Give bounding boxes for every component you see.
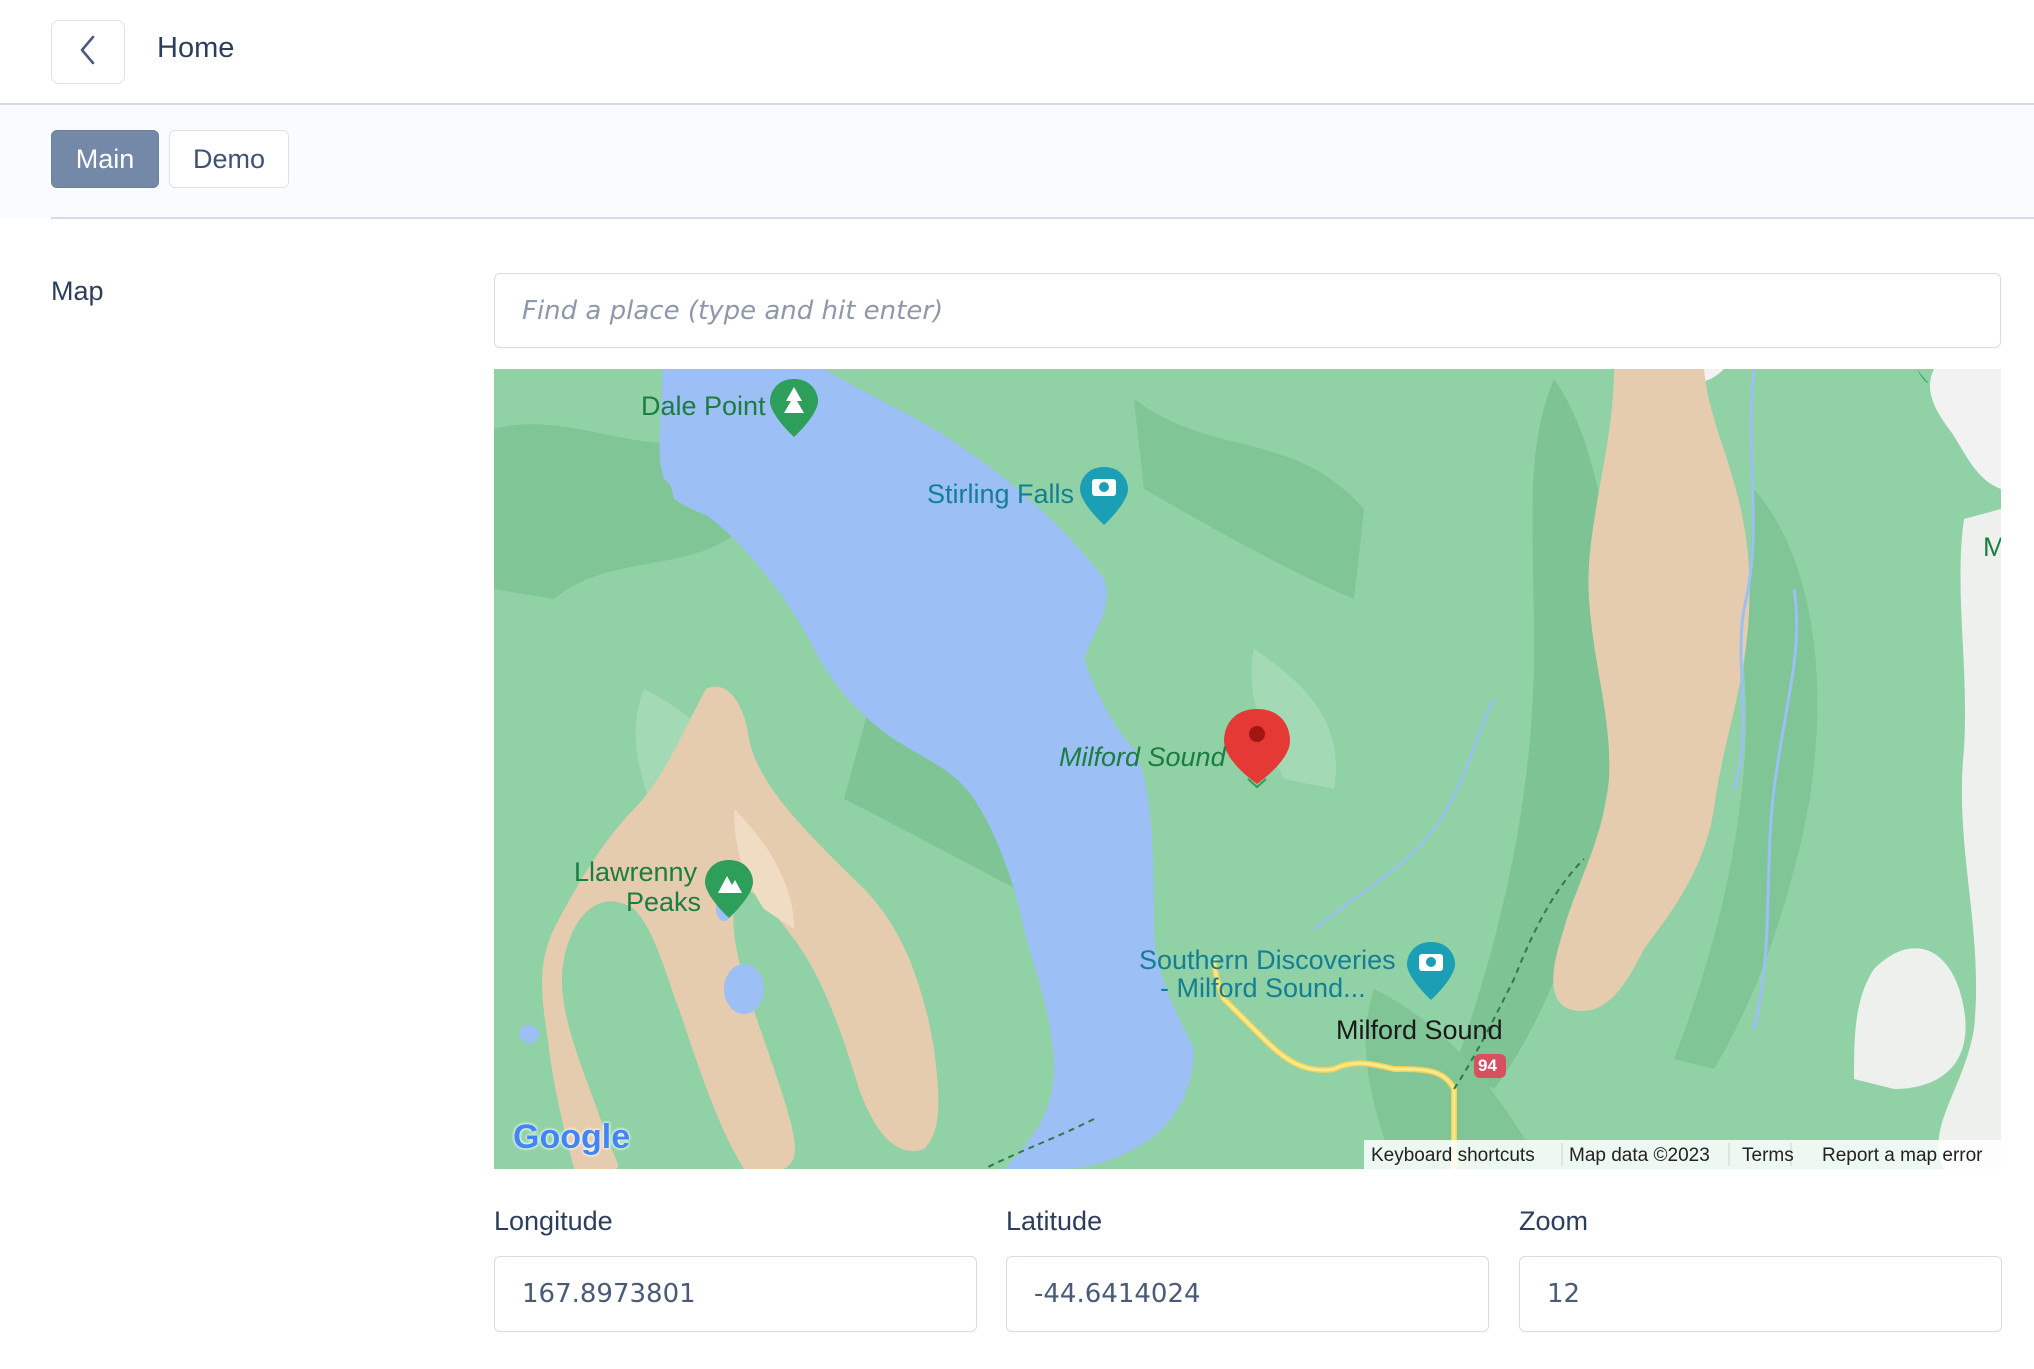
place-search-input[interactable] — [494, 273, 2001, 348]
map-field-label: Map — [51, 276, 104, 306]
tab-main[interactable]: Main — [51, 130, 159, 188]
place-label: Milford Sound — [1336, 1015, 1503, 1045]
tab-bar — [0, 105, 2034, 218]
tab-demo[interactable]: Demo — [169, 130, 289, 188]
divider — [51, 217, 2034, 219]
road-shield-label: 94 — [1478, 1056, 1497, 1075]
place-label: Dale Point — [641, 391, 766, 421]
zoom-label: Zoom — [1519, 1206, 1589, 1236]
map-canvas — [494, 369, 2001, 1169]
keyboard-shortcuts-link[interactable]: Keyboard shortcuts — [1371, 1145, 1535, 1167]
page-title: Home — [157, 32, 235, 64]
latitude-input[interactable] — [1006, 1256, 1489, 1332]
google-logo: Google — [513, 1118, 631, 1156]
chevron-left-icon — [77, 34, 99, 71]
place-label: - Milford Sound... — [1160, 973, 1366, 1003]
map-view[interactable]: Dale Point Stirling Falls Milford Sound … — [494, 369, 2001, 1169]
terms-link[interactable]: Terms — [1742, 1145, 1794, 1167]
place-label: M — [1983, 532, 2001, 562]
place-label: Southern Discoveries — [1139, 945, 1396, 975]
longitude-label: Longitude — [494, 1206, 613, 1236]
place-label: Milford Sound — [1059, 742, 1226, 772]
back-button[interactable] — [51, 20, 125, 84]
map-data-attribution: Map data ©2023 — [1569, 1145, 1710, 1166]
zoom-input[interactable] — [1519, 1256, 2002, 1332]
longitude-input[interactable] — [494, 1256, 977, 1332]
report-map-error-link[interactable]: Report a map error — [1822, 1145, 1983, 1167]
place-label: Stirling Falls — [927, 479, 1075, 509]
place-label: Llawrenny — [574, 857, 698, 887]
top-bar: Home — [0, 0, 2034, 105]
latitude-label: Latitude — [1006, 1206, 1103, 1236]
place-label: Peaks — [626, 887, 702, 917]
